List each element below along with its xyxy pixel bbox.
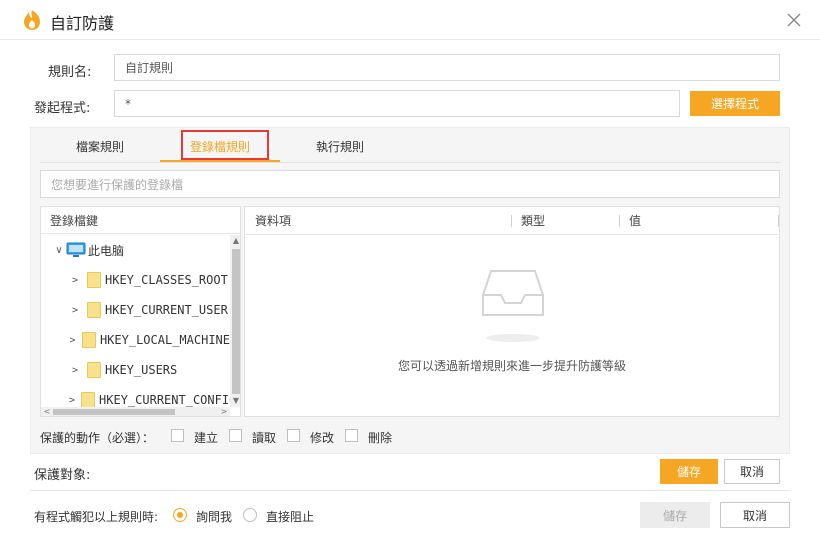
- column-divider: [511, 215, 512, 227]
- tree-item[interactable]: > HKEY_CLASSES_ROOT: [41, 265, 230, 295]
- chevron-down-icon[interactable]: ∨: [53, 245, 65, 256]
- scroll-left-arrow-icon[interactable]: <: [42, 407, 52, 416]
- tab-execution-rules[interactable]: 執行規則: [280, 130, 400, 162]
- window-title: 自訂防護: [50, 14, 115, 33]
- tree-item[interactable]: > HKEY_USERS: [41, 355, 230, 385]
- tree-header: 登錄檔鍵: [41, 207, 240, 234]
- active-tab-underline: [160, 160, 280, 162]
- tree-item-label: HKEY_CLASSES_ROOT: [105, 273, 228, 287]
- column-divider: [778, 215, 779, 227]
- tab-separator: [40, 162, 780, 163]
- title-bar: [0, 0, 820, 40]
- empty-inbox-icon: [482, 270, 544, 342]
- column-header-value[interactable]: 值: [629, 207, 641, 234]
- registry-search-placeholder: 您想要進行保護的登錄檔: [51, 177, 184, 192]
- registry-tree-pane[interactable]: 登錄檔鍵 ∨ 此电脑 > HKEY_CLASSES_ROOT > HKEY_CU…: [40, 206, 241, 417]
- column-divider: [619, 215, 620, 227]
- action-create-label: 建立: [194, 431, 219, 445]
- target-cancel-button[interactable]: 取消: [724, 459, 780, 484]
- tree-item-label: HKEY_USERS: [105, 363, 178, 377]
- close-icon[interactable]: [784, 10, 804, 30]
- actions-label: 保護的動作（必選）：: [40, 431, 155, 445]
- tree-item-label: HKEY_CURRENT_CONFIG: [99, 393, 230, 407]
- block-directly-radio[interactable]: [243, 508, 257, 522]
- folder-icon: [87, 302, 101, 318]
- folder-icon: [87, 272, 101, 288]
- values-header-line: [245, 234, 779, 235]
- chevron-right-icon[interactable]: >: [69, 275, 81, 286]
- program-input[interactable]: *: [114, 90, 680, 117]
- registry-search-input[interactable]: 您想要進行保護的登錄檔: [40, 170, 780, 198]
- scroll-right-arrow-icon[interactable]: >: [219, 407, 229, 416]
- action-read-label: 讀取: [252, 431, 277, 445]
- section-separator: [30, 490, 790, 491]
- tab-highlight-box: [181, 130, 269, 160]
- folder-icon: [81, 392, 96, 408]
- chevron-right-icon[interactable]: >: [69, 305, 81, 316]
- target-save-button[interactable]: 儲存: [660, 459, 718, 484]
- tree-root-row[interactable]: ∨ 此电脑: [41, 235, 230, 265]
- ask-me-label: 詢問我: [196, 510, 233, 524]
- empty-state-message: 您可以透過新增規則來進一步提升防護等級: [397, 359, 626, 373]
- scroll-up-arrow-icon[interactable]: ▲: [231, 236, 240, 246]
- action-delete-label: 刪除: [368, 431, 393, 445]
- folder-icon: [81, 332, 96, 348]
- computer-icon: [66, 242, 86, 257]
- violation-label: 有程式觸犯以上規則時:: [34, 510, 159, 524]
- tree-item[interactable]: > HKEY_LOCAL_MACHINE: [41, 325, 230, 355]
- column-header-type[interactable]: 類型: [521, 207, 545, 234]
- action-modify-label: 修改: [310, 431, 335, 445]
- folder-icon: [87, 362, 101, 378]
- action-modify-checkbox[interactable]: [287, 429, 300, 442]
- ask-me-radio[interactable]: [173, 508, 187, 522]
- protected-target-label: 保護對象:: [34, 468, 91, 483]
- action-delete-checkbox[interactable]: [345, 429, 358, 442]
- block-directly-label: 直接阻止: [266, 510, 315, 524]
- program-value: *: [125, 96, 131, 111]
- cancel-button[interactable]: 取消: [720, 502, 790, 528]
- tree-root-label: 此电脑: [88, 243, 125, 258]
- column-header-name[interactable]: 資料項: [255, 207, 291, 234]
- program-label: 發起程式:: [34, 101, 91, 116]
- flame-shield-logo-icon: [24, 10, 40, 30]
- tree-item-label: HKEY_LOCAL_MACHINE: [99, 333, 230, 347]
- select-program-button[interactable]: 選擇程式: [690, 91, 780, 116]
- chevron-right-icon[interactable]: >: [69, 335, 76, 346]
- chevron-right-icon[interactable]: >: [69, 365, 81, 376]
- rule-name-label: 規則名:: [48, 65, 92, 80]
- chevron-right-icon[interactable]: >: [69, 395, 75, 406]
- rule-name-input[interactable]: 自訂規則: [114, 54, 780, 81]
- action-create-checkbox[interactable]: [171, 429, 184, 442]
- tree-item[interactable]: > HKEY_CURRENT_USER: [41, 295, 230, 325]
- tree-item-label: HKEY_CURRENT_USER: [105, 303, 228, 317]
- rule-name-value: 自訂規則: [125, 61, 174, 75]
- tab-file-rules[interactable]: 檔案規則: [40, 130, 160, 162]
- tree-horizontal-scroll-thumb[interactable]: [53, 409, 175, 415]
- tree-vertical-scroll-thumb[interactable]: [232, 249, 240, 394]
- registry-values-pane: 資料項 類型 值 您可以透過新增規則來進一步提升防護等級: [244, 206, 780, 417]
- scroll-down-arrow-icon[interactable]: ▼: [231, 396, 240, 406]
- save-button[interactable]: 儲存: [640, 502, 710, 528]
- action-read-checkbox[interactable]: [229, 429, 242, 442]
